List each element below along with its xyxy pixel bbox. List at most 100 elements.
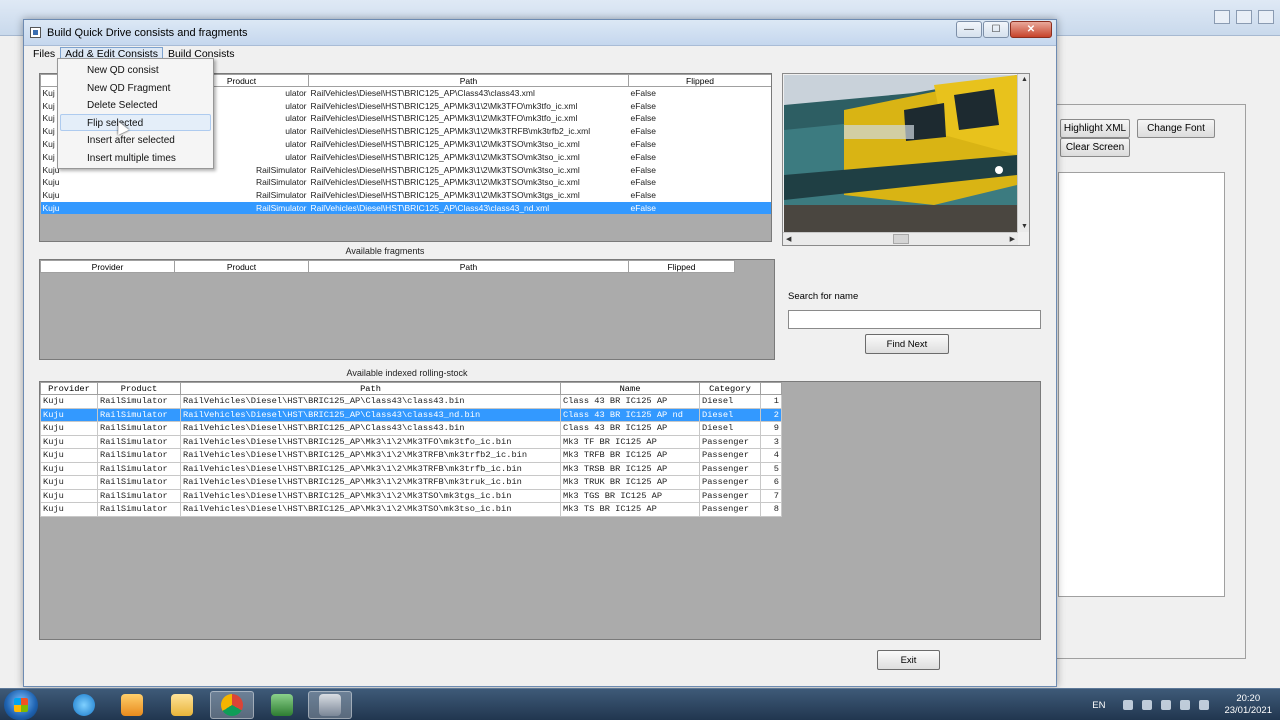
rs-cell-path: RailVehicles\Diesel\HST\BRIC125_AP\Mk3\1… — [180, 434, 561, 449]
clock-time: 20:20 — [1236, 693, 1261, 704]
rs-cell-product: RailSimulator — [97, 461, 181, 476]
frag-header-product[interactable]: Product — [174, 260, 309, 273]
rs-cell-category: Passenger — [699, 475, 761, 490]
start-button[interactable] — [4, 690, 38, 720]
rs-cell-name: Mk3 TGS BR IC125 AP — [560, 488, 700, 503]
rs-cell-name: Mk3 TS BR IC125 AP — [560, 502, 700, 517]
exit-button[interactable]: Exit — [877, 650, 940, 670]
rolling-stock-row[interactable]: Kuju RailSimulator RailVehicles\Diesel\HST… — [40, 421, 782, 436]
rs-cell-provider: Kuju — [40, 502, 98, 517]
frag-header-path[interactable]: Path — [308, 260, 629, 273]
rolling-stock-row[interactable]: Kuju RailSimulator RailVehicles\Diesel\HST… — [40, 434, 782, 449]
taskbar-media[interactable] — [110, 691, 154, 719]
menu-files[interactable]: Files — [28, 47, 60, 62]
clock[interactable]: 20:20 23/01/2021 — [1224, 693, 1272, 717]
window-title: Build Quick Drive consists and fragments — [47, 26, 248, 39]
taskbar-app[interactable] — [260, 691, 304, 719]
consist-row[interactable]: Kuju RailSimulator RailVehicles\Diesel\HST… — [40, 201, 771, 215]
rolling-stock-row[interactable]: Kuju RailSimulator RailVehicles\Diesel\HST… — [40, 448, 782, 463]
close-button[interactable]: ✕ — [1010, 21, 1052, 38]
consist-cell-flipped: eFalse — [628, 86, 771, 100]
tray-flag-icon[interactable] — [1142, 700, 1153, 710]
maximize-button[interactable]: ☐ — [983, 21, 1009, 38]
rs-header-product[interactable]: Product — [97, 382, 181, 395]
rolling-stock-row[interactable]: Kuju RailSimulator RailVehicles\Diesel\HST… — [40, 475, 782, 490]
taskbar-chrome[interactable] — [210, 691, 254, 719]
rolling-stock-row[interactable]: Kuju RailSimulator RailVehicles\Diesel\HST… — [40, 407, 782, 422]
rolling-stock-preview: ▲ ▼ ◀ ▶ — [782, 73, 1030, 246]
consist-cell-product: RailSimulator — [174, 201, 309, 215]
background-window-controls — [1214, 10, 1274, 24]
menu-item-delete-selected[interactable]: Delete Selected — [60, 96, 211, 114]
search-input[interactable] — [788, 310, 1041, 329]
scroll-up-icon[interactable]: ▲ — [1021, 76, 1028, 83]
rolling-stock-caption: Available indexed rolling-stock — [346, 368, 468, 378]
frag-header-flipped[interactable]: Flipped — [628, 260, 735, 273]
taskbar-explorer[interactable] — [160, 691, 204, 719]
rs-cell-path: RailVehicles\Diesel\HST\BRIC125_AP\Mk3\1… — [180, 461, 561, 476]
folder-icon — [171, 694, 193, 716]
rs-cell-product: RailSimulator — [97, 394, 181, 409]
consist-cell-path: RailVehicles\Diesel\HST\BRIC125_AP\Class… — [308, 86, 629, 100]
menu-item-flip-selected[interactable]: Flip selected — [60, 113, 211, 131]
tray-app-icon[interactable] — [1161, 700, 1172, 710]
consist-row[interactable]: Kuju RailSimulator RailVehicles\Diesel\HST… — [40, 176, 771, 189]
rolling-stock-row[interactable]: Kuju RailSimulator RailVehicles\Diesel\HST… — [40, 488, 782, 503]
rs-header-name[interactable]: Name — [560, 382, 700, 395]
find-next-button[interactable]: Find Next — [865, 334, 949, 354]
rs-header-index[interactable] — [760, 382, 782, 395]
menu-item-insert-multiple-times[interactable]: Insert multiple times — [60, 149, 211, 167]
menu-item-new-qd-fragment[interactable]: New QD Fragment — [60, 79, 211, 97]
rolling-stock-grid[interactable]: Provider Product Path Name Category Kuju… — [39, 381, 1041, 640]
rs-cell-n: 7 — [760, 488, 782, 503]
consist-cell-path: RailVehicles\Diesel\HST\BRIC125_AP\Class… — [308, 201, 629, 215]
tray-volume-icon[interactable] — [1199, 700, 1210, 710]
taskbar-ie[interactable] — [62, 691, 106, 719]
rolling-stock-row[interactable]: Kuju RailSimulator RailVehicles\Diesel\HST… — [40, 394, 782, 409]
scroll-thumb[interactable] — [893, 234, 909, 244]
tray-network-icon[interactable] — [1180, 700, 1191, 710]
frag-header-provider[interactable]: Provider — [40, 260, 175, 273]
rs-cell-n: 5 — [760, 461, 782, 476]
rolling-stock-row[interactable]: Kuju RailSimulator RailVehicles\Diesel\HST… — [40, 502, 782, 517]
scroll-left-icon[interactable]: ◀ — [786, 235, 791, 243]
xml-text-area[interactable] — [1058, 172, 1225, 597]
consist-cell-flipped: eFalse — [628, 188, 771, 202]
rs-header-provider[interactable]: Provider — [40, 382, 98, 395]
consist-row[interactable]: Kuju RailSimulator RailVehicles\Diesel\HST… — [40, 188, 771, 202]
col-header-path[interactable]: Path — [308, 74, 629, 87]
qd-builder-icon — [319, 694, 341, 716]
rs-cell-category: Passenger — [699, 461, 761, 476]
rs-header-path[interactable]: Path — [180, 382, 561, 395]
consist-cell-product: RailSimulator — [174, 176, 309, 189]
menu-item-insert-after-selected[interactable]: Insert after selected — [60, 131, 211, 149]
rolling-stock-row[interactable]: Kuju RailSimulator RailVehicles\Diesel\HST… — [40, 461, 782, 476]
preview-vertical-scrollbar[interactable]: ▲ ▼ — [1017, 74, 1029, 232]
preview-horizontal-scrollbar[interactable]: ◀ ▶ — [783, 232, 1018, 245]
rs-cell-product: RailSimulator — [97, 475, 181, 490]
language-indicator[interactable]: EN — [1092, 700, 1105, 711]
consist-cell-path: RailVehicles\Diesel\HST\BRIC125_AP\Mk3\1… — [308, 137, 629, 151]
menu-item-new-qd-consist[interactable]: New QD consist — [60, 61, 211, 79]
minimize-button[interactable]: — — [956, 21, 982, 38]
rs-cell-path: RailVehicles\Diesel\HST\BRIC125_AP\Mk3\1… — [180, 488, 561, 503]
consist-cell-path: RailVehicles\Diesel\HST\BRIC125_AP\Mk3\1… — [308, 99, 629, 113]
rs-cell-name: Mk3 TF BR IC125 AP — [560, 434, 700, 449]
highlight-xml-button[interactable]: Highlight XML — [1060, 119, 1130, 138]
scroll-down-icon[interactable]: ▼ — [1021, 223, 1028, 230]
change-font-button[interactable]: Change Font — [1137, 119, 1215, 138]
available-fragments-caption: Available fragments — [345, 246, 425, 256]
taskbar-qd-builder[interactable] — [308, 691, 352, 719]
rs-cell-provider: Kuju — [40, 434, 98, 449]
scroll-right-icon[interactable]: ▶ — [1010, 235, 1015, 243]
media-icon — [121, 694, 143, 716]
tray-arrow-icon[interactable] — [1123, 700, 1134, 710]
rs-header-category[interactable]: Category — [699, 382, 761, 395]
col-header-flipped[interactable]: Flipped — [628, 74, 771, 87]
rs-cell-product: RailSimulator — [97, 448, 181, 463]
search-label: Search for name — [788, 291, 859, 302]
clear-screen-button[interactable]: Clear Screen — [1060, 138, 1130, 157]
consist-cell-flipped: eFalse — [628, 99, 771, 113]
rs-cell-path: RailVehicles\Diesel\HST\BRIC125_AP\Mk3\1… — [180, 448, 561, 463]
fragments-grid[interactable]: Provider Product Path Flipped — [39, 259, 775, 360]
